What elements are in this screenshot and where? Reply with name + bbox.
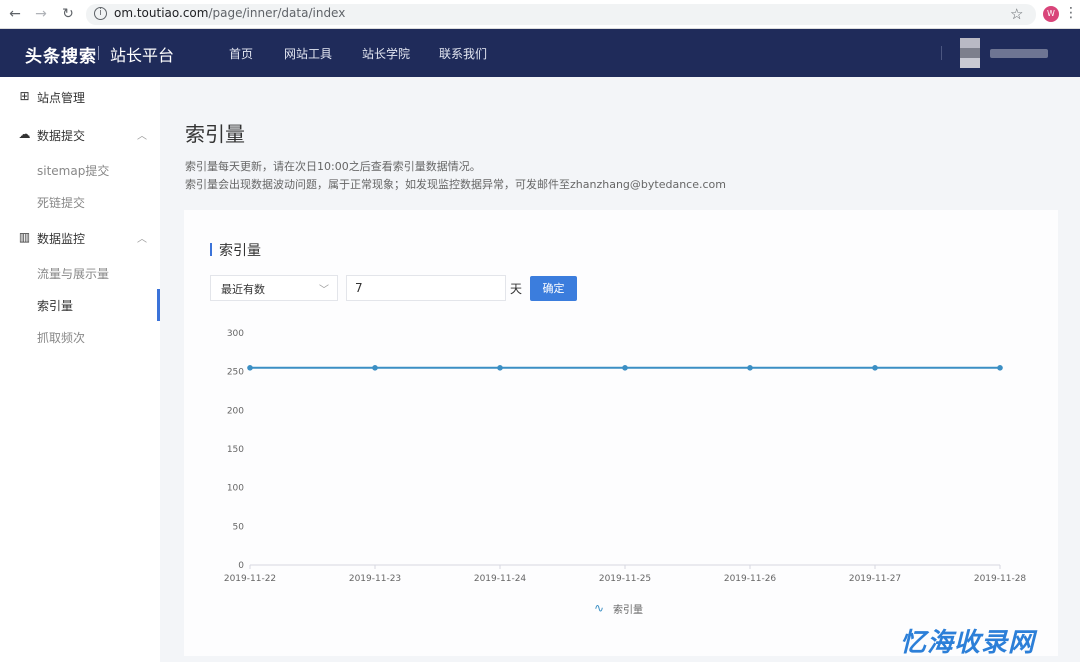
bar-chart-icon: ▥ [18,230,31,244]
data-point [247,365,253,371]
y-tick-label: 250 [227,368,244,378]
data-point [872,365,878,371]
reload-icon[interactable]: ↻ [59,5,77,23]
y-tick-label: 50 [233,522,245,532]
brand-subtitle[interactable]: 站长平台 [110,42,174,66]
chevron-down-icon: ﹀ [319,285,329,296]
data-point [622,365,628,371]
legend-line-icon[interactable]: ∿ [594,601,604,615]
data-point [497,365,503,371]
profile-avatar[interactable]: W [1043,6,1059,22]
x-tick-label: 2019-11-26 [724,574,777,584]
sidebar-item-sitemap[interactable]: sitemap提交 [0,154,160,186]
nav-site-tools[interactable]: 网站工具 [284,45,332,62]
nav-divider [941,46,942,60]
description-line-2: 索引量会出现数据波动问题，属于正常现象；如发现监控数据异常，可发邮件至zhanz… [185,178,726,191]
x-tick-label: 2019-11-27 [849,574,901,584]
select-value: 最近有数 [221,283,265,296]
sitemap-icon: ⊞ [19,89,30,103]
sidebar-group-data-submit[interactable]: ☁ 数据提交 ︿ [0,119,160,151]
range-select[interactable]: 最近有数 ﹀ [210,275,338,301]
brand-divider [98,46,99,60]
brand-logo[interactable]: 头条搜索 [25,42,97,67]
nav-home[interactable]: 首页 [229,45,253,62]
chevron-up-icon: ︿ [137,234,147,245]
sidebar-group-data-monitor[interactable]: ▥ 数据监控 ︿ [0,222,160,254]
sidebar-item-label: 数据提交 [37,129,86,143]
x-tick-label: 2019-11-22 [224,574,276,584]
sidebar-item-label: 抓取频次 [37,331,86,345]
sidebar-item-label: 数据监控 [37,232,86,246]
forward-icon[interactable]: → [32,5,50,23]
chevron-up-icon: ︿ [137,131,147,142]
card-title-accent [210,243,212,256]
confirm-button[interactable]: 确定 [530,276,577,301]
user-avatar[interactable] [960,38,980,68]
y-tick-label: 300 [227,329,244,339]
index-line-chart: 0 50 100 150 200 250 300 2019-11-22 2019-11-23 20… [224,329,1027,584]
x-tick-label: 2019-11-28 [974,574,1027,584]
sidebar-item-label: 流量与展示量 [37,267,110,281]
y-tick-label: 100 [227,484,244,494]
active-indicator [157,289,160,321]
page-title: 索引量 [185,122,245,146]
y-tick-label: 150 [227,445,244,455]
x-tick-label: 2019-11-24 [474,574,527,584]
sidebar-item-label: 死链提交 [37,196,86,210]
days-unit-label: 天 [510,282,523,296]
x-tick-label: 2019-11-23 [349,574,401,584]
days-input[interactable]: 7 [346,275,506,301]
data-point [997,365,1003,371]
sidebar-item-traffic[interactable]: 流量与展示量 [0,257,160,289]
y-tick-label: 200 [227,406,244,416]
sidebar-item-label: 索引量 [37,299,74,313]
y-tick-label: 0 [238,561,244,571]
nav-contact[interactable]: 联系我们 [439,45,487,62]
user-name-blurred[interactable] [990,49,1048,58]
watermark-logo: 忆海收录网 [900,628,1036,658]
legend-label[interactable]: 索引量 [613,601,643,616]
url-text: om.toutiao.com/page/inner/data/index [114,6,346,20]
sidebar-item-label: 站点管理 [37,91,86,105]
data-point [747,365,753,371]
sidebar-item-dead-link[interactable]: 死链提交 [0,186,160,218]
description-line-1: 索引量每天更新，请在次日10:00之后查看索引量数据情况。 [185,160,481,173]
address-bar[interactable]: i om.toutiao.com/page/inner/data/index [86,4,1036,25]
sidebar-item-label: sitemap提交 [37,164,110,178]
card-title: 索引量 [219,243,261,259]
info-icon[interactable]: i [94,7,107,20]
sidebar-item-crawl-frequency[interactable]: 抓取频次 [0,321,160,353]
more-menu-icon[interactable]: ⋮ [1064,5,1078,23]
bookmark-star-icon[interactable]: ☆ [1010,5,1023,23]
sidebar: ⊞ 站点管理 ☁ 数据提交 ︿ sitemap提交 死链提交 ▥ 数据监控 ︿ … [0,77,160,662]
cloud-upload-icon: ☁ [18,127,31,141]
top-navigation: 头条搜索 站长平台 首页 网站工具 站长学院 联系我们 [0,29,1080,77]
nav-academy[interactable]: 站长学院 [362,45,410,62]
back-icon[interactable]: ← [6,5,24,23]
data-point [372,365,378,371]
x-tick-label: 2019-11-25 [599,574,651,584]
sidebar-item-index[interactable]: 索引量 [0,289,160,321]
sidebar-item-site-manage[interactable]: ⊞ 站点管理 [0,81,160,113]
browser-toolbar: ← → ↻ i om.toutiao.com/page/inner/data/i… [0,0,1080,29]
